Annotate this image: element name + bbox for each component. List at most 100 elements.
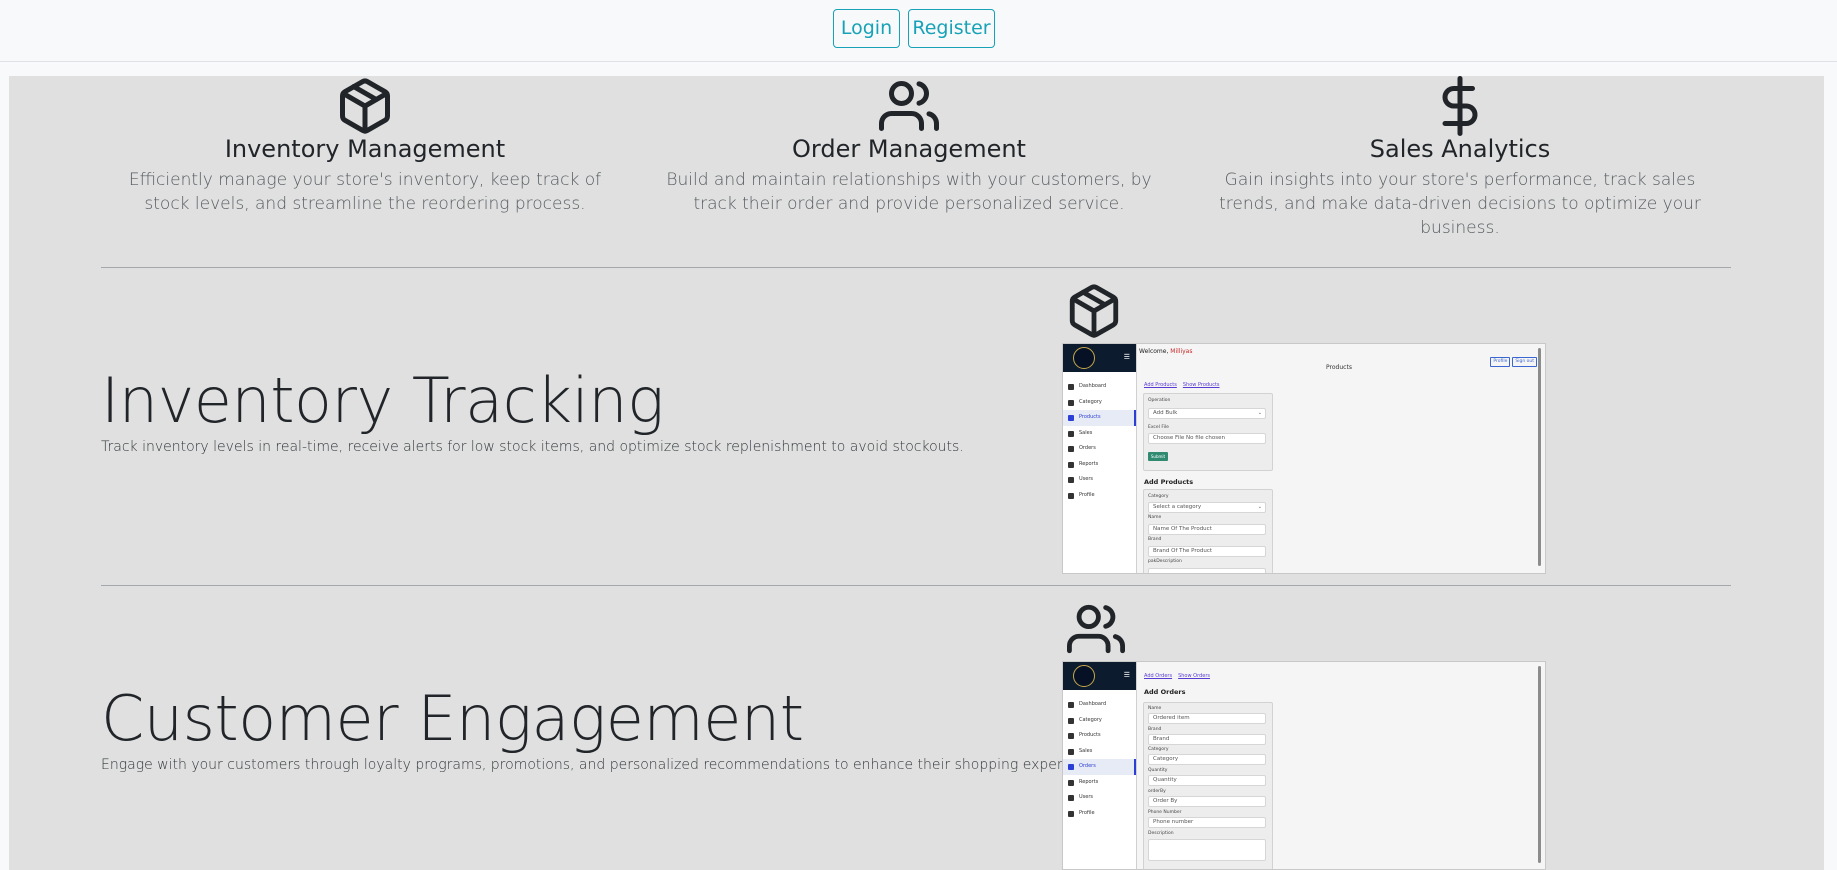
brand-logo xyxy=(1073,665,1095,687)
mini-label: Name xyxy=(1148,515,1162,520)
mini-nav-item: Profile xyxy=(1063,488,1136,504)
mini-link: Add Orders xyxy=(1144,673,1173,679)
section-title-inventory-tracking: Inventory Tracking xyxy=(101,364,664,437)
menu-icon: ☰ xyxy=(1123,353,1130,361)
mini-label: Operation xyxy=(1148,398,1171,403)
mini-nav-item: Sales xyxy=(1063,426,1136,442)
mini-nav-item: Dashboard xyxy=(1063,697,1136,713)
mini-nav-item: Users xyxy=(1063,472,1136,488)
feature-order-management: Order Management Build and maintain rela… xyxy=(659,76,1159,216)
feature-description: Build and maintain relationships with yo… xyxy=(666,170,1152,214)
mini-label: Brand xyxy=(1148,727,1162,732)
feature-description: Efficiently manage your store's inventor… xyxy=(128,170,602,214)
section-title-customer-engagement: Customer Engagement xyxy=(101,682,804,755)
mini-add-orders-box: Name Ordered item Brand Brand Category C… xyxy=(1143,702,1273,869)
register-button[interactable]: Register xyxy=(908,9,995,48)
mini-input: Name Of The Product xyxy=(1148,524,1266,535)
mini-input: Category xyxy=(1148,754,1266,765)
orders-page-screenshot: ☰ Dashboard Category Products Sales Orde… xyxy=(1062,661,1546,870)
mini-nav-item-active: Products xyxy=(1063,410,1136,426)
section-description: Engage with your customers through loyal… xyxy=(101,757,1105,773)
mini-brand: ☰ xyxy=(1063,662,1136,690)
menu-icon: ☰ xyxy=(1123,671,1130,679)
mini-nav-item: Category xyxy=(1063,713,1136,729)
mini-label: Phone Number xyxy=(1148,810,1182,815)
mini-label: Description xyxy=(1148,831,1174,836)
mini-bulk-box: Operation Add Bulk ⌄ Excel File Choose Fi… xyxy=(1143,393,1273,471)
mini-scrollbar xyxy=(1538,666,1541,863)
mini-label: Brand xyxy=(1148,537,1162,542)
mini-nav-item: Dashboard xyxy=(1063,379,1136,395)
mini-file-input: Choose File No file chosen xyxy=(1148,433,1266,444)
section-divider xyxy=(101,585,1731,586)
mini-link: Show Orders xyxy=(1178,673,1210,679)
mini-page-title: Products xyxy=(1326,364,1352,371)
mini-input: Quantity xyxy=(1148,775,1266,786)
mini-select-value: Select a category xyxy=(1153,504,1202,510)
chevron-down-icon: ⌄ xyxy=(1257,410,1262,416)
brand-logo xyxy=(1073,347,1095,369)
mini-add-box: Category Select a category ⌄ Name Name Of… xyxy=(1143,489,1273,573)
mini-links: Add Orders Show Orders xyxy=(1144,673,1216,679)
top-navbar: Login Register xyxy=(0,0,1837,62)
mini-nav-item-active: Orders xyxy=(1063,759,1136,775)
mini-sidebar: ☰ Dashboard Category Products Sales Orde… xyxy=(1063,344,1137,573)
welcome-prefix: Welcome, xyxy=(1139,348,1169,355)
mini-label: orderBy xyxy=(1148,789,1166,794)
main-content: Inventory Management Efficiently manage … xyxy=(9,76,1824,870)
mini-welcome: Welcome, Milliyas xyxy=(1139,348,1192,355)
feature-inventory-management: Inventory Management Efficiently manage … xyxy=(115,76,615,216)
products-page-screenshot: ☰ Dashboard Category Products Sales Orde… xyxy=(1062,343,1546,574)
mini-input: Brand xyxy=(1148,734,1266,745)
mini-label: Name xyxy=(1148,706,1162,711)
mini-label: Category xyxy=(1148,494,1169,499)
mini-nav-item: Sales xyxy=(1063,744,1136,760)
mini-input: Ordered item xyxy=(1148,713,1266,724)
mini-nav-item: Users xyxy=(1063,790,1136,806)
mini-nav-item: Orders xyxy=(1063,441,1136,457)
mini-form-heading: Add Orders xyxy=(1144,688,1186,696)
box-icon xyxy=(1069,284,1119,338)
feature-title: Order Management xyxy=(792,135,1026,163)
mini-links: Add Products Show Products xyxy=(1144,382,1226,388)
mini-link: Show Products xyxy=(1182,382,1220,388)
feature-sales-analytics: Sales Analytics Gain insights into your … xyxy=(1210,76,1710,240)
mini-label: pakDescription xyxy=(1148,559,1182,564)
mini-label: Excel File xyxy=(1148,425,1169,430)
users-icon xyxy=(879,81,939,131)
mini-input: Order By xyxy=(1148,796,1266,807)
mini-brand: ☰ xyxy=(1063,344,1136,372)
box-icon xyxy=(340,78,390,134)
section-divider xyxy=(101,267,1731,268)
mini-nav-item: Products xyxy=(1063,728,1136,744)
mini-textarea xyxy=(1148,839,1266,861)
welcome-name: Milliyas xyxy=(1170,348,1193,355)
mini-nav-item: Reports xyxy=(1063,775,1136,791)
mini-link: Add Products xyxy=(1144,382,1177,388)
mini-content: Add Orders Show Orders Add Orders Name Or… xyxy=(1137,662,1541,869)
dollar-icon xyxy=(1442,76,1478,136)
feature-title: Sales Analytics xyxy=(1369,135,1551,163)
mini-label: Quantity xyxy=(1148,768,1168,773)
mini-select: Select a category ⌄ xyxy=(1148,502,1266,513)
mini-label: Category xyxy=(1148,747,1169,752)
mini-input: Phone number xyxy=(1148,817,1266,828)
mini-input xyxy=(1148,568,1266,573)
mini-select-value: Add Bulk xyxy=(1153,410,1178,416)
feature-description: Gain insights into your store's performa… xyxy=(1219,170,1701,238)
mini-select: Add Bulk ⌄ xyxy=(1148,408,1266,419)
users-icon xyxy=(1067,604,1125,654)
login-button[interactable]: Login xyxy=(833,9,900,48)
chevron-down-icon: ⌄ xyxy=(1257,504,1262,510)
mini-nav-item: Profile xyxy=(1063,806,1136,822)
mini-form-heading: Add Products xyxy=(1144,478,1194,486)
mini-content: Welcome, Milliyas Profile Sign out Produc… xyxy=(1137,344,1541,573)
feature-title: Inventory Management xyxy=(224,135,506,163)
mini-nav-item: Reports xyxy=(1063,457,1136,473)
mini-sidebar: ☰ Dashboard Category Products Sales Orde… xyxy=(1063,662,1137,869)
mini-submit-button: Submit xyxy=(1148,452,1168,461)
mini-nav-item: Category xyxy=(1063,395,1136,411)
section-description: Track inventory levels in real-time, rec… xyxy=(101,439,964,455)
mini-input: Brand Of The Product xyxy=(1148,546,1266,557)
mini-scrollbar xyxy=(1538,348,1541,566)
